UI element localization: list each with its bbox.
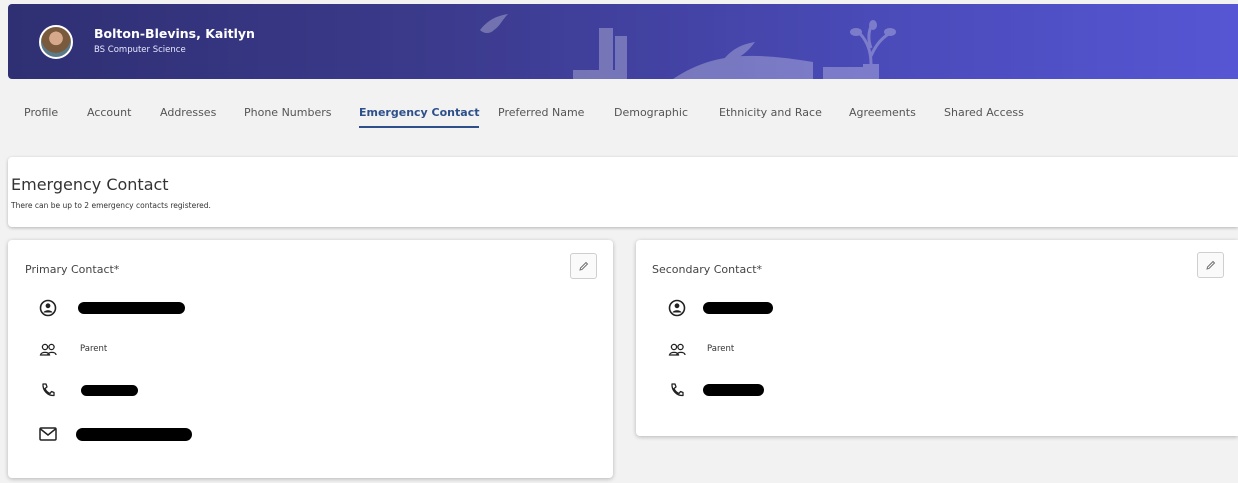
primary-phone-redacted bbox=[81, 385, 138, 396]
tab-account[interactable]: Account bbox=[87, 106, 131, 119]
tab-profile[interactable]: Profile bbox=[24, 106, 58, 119]
phone-icon bbox=[39, 381, 57, 399]
primary-contact-title: Primary Contact* bbox=[25, 263, 120, 276]
pencil-icon bbox=[578, 261, 588, 271]
tab-agreements[interactable]: Agreements bbox=[849, 106, 916, 119]
primary-name-redacted bbox=[78, 302, 185, 314]
phone-icon bbox=[668, 381, 686, 399]
secondary-name-redacted bbox=[703, 302, 773, 314]
people-icon bbox=[39, 341, 57, 359]
tab-preferred-name[interactable]: Preferred Name bbox=[498, 106, 584, 119]
tab-emergency-contact[interactable]: Emergency Contact bbox=[359, 106, 480, 128]
tab-demographic[interactable]: Demographic bbox=[614, 106, 688, 119]
secondary-contact-title: Secondary Contact* bbox=[652, 263, 763, 276]
books-decoration-icon bbox=[573, 28, 863, 79]
secondary-relationship: Parent bbox=[707, 344, 735, 354]
tab-ethnicity-and-race[interactable]: Ethnicity and Race bbox=[719, 106, 822, 119]
primary-relationship: Parent bbox=[80, 344, 108, 354]
secondary-contact-card: Secondary Contact* Parent bbox=[636, 240, 1238, 436]
plant-decoration-icon bbox=[850, 20, 896, 79]
section-header-card: Emergency Contact There can be up to 2 e… bbox=[8, 157, 1238, 227]
user-program: BS Computer Science bbox=[94, 45, 186, 55]
avatar bbox=[39, 25, 73, 59]
primary-edit-button[interactable] bbox=[570, 253, 597, 279]
mail-icon bbox=[39, 425, 57, 443]
people-icon bbox=[668, 341, 686, 359]
user-name: Bolton-Blevins, Kaitlyn bbox=[94, 26, 255, 41]
page-title: Emergency Contact bbox=[11, 175, 169, 194]
primary-email-redacted bbox=[76, 428, 192, 441]
person-icon bbox=[668, 299, 686, 317]
tab-shared-access[interactable]: Shared Access bbox=[944, 106, 1024, 119]
secondary-edit-button[interactable] bbox=[1197, 252, 1224, 278]
tab-phone-numbers[interactable]: Phone Numbers bbox=[244, 106, 332, 119]
primary-contact-card: Primary Contact* Parent bbox=[8, 240, 613, 478]
tab-addresses[interactable]: Addresses bbox=[160, 106, 216, 119]
profile-banner: Bolton-Blevins, Kaitlyn BS Computer Scie… bbox=[8, 4, 1238, 79]
page-subtitle: There can be up to 2 emergency contacts … bbox=[11, 201, 211, 210]
secondary-phone-redacted bbox=[703, 384, 764, 396]
pencil-icon bbox=[1205, 260, 1215, 270]
tab-bar: Profile Account Addresses Phone Numbers … bbox=[0, 79, 1238, 139]
bird-icon bbox=[480, 14, 508, 33]
person-icon bbox=[39, 299, 57, 317]
